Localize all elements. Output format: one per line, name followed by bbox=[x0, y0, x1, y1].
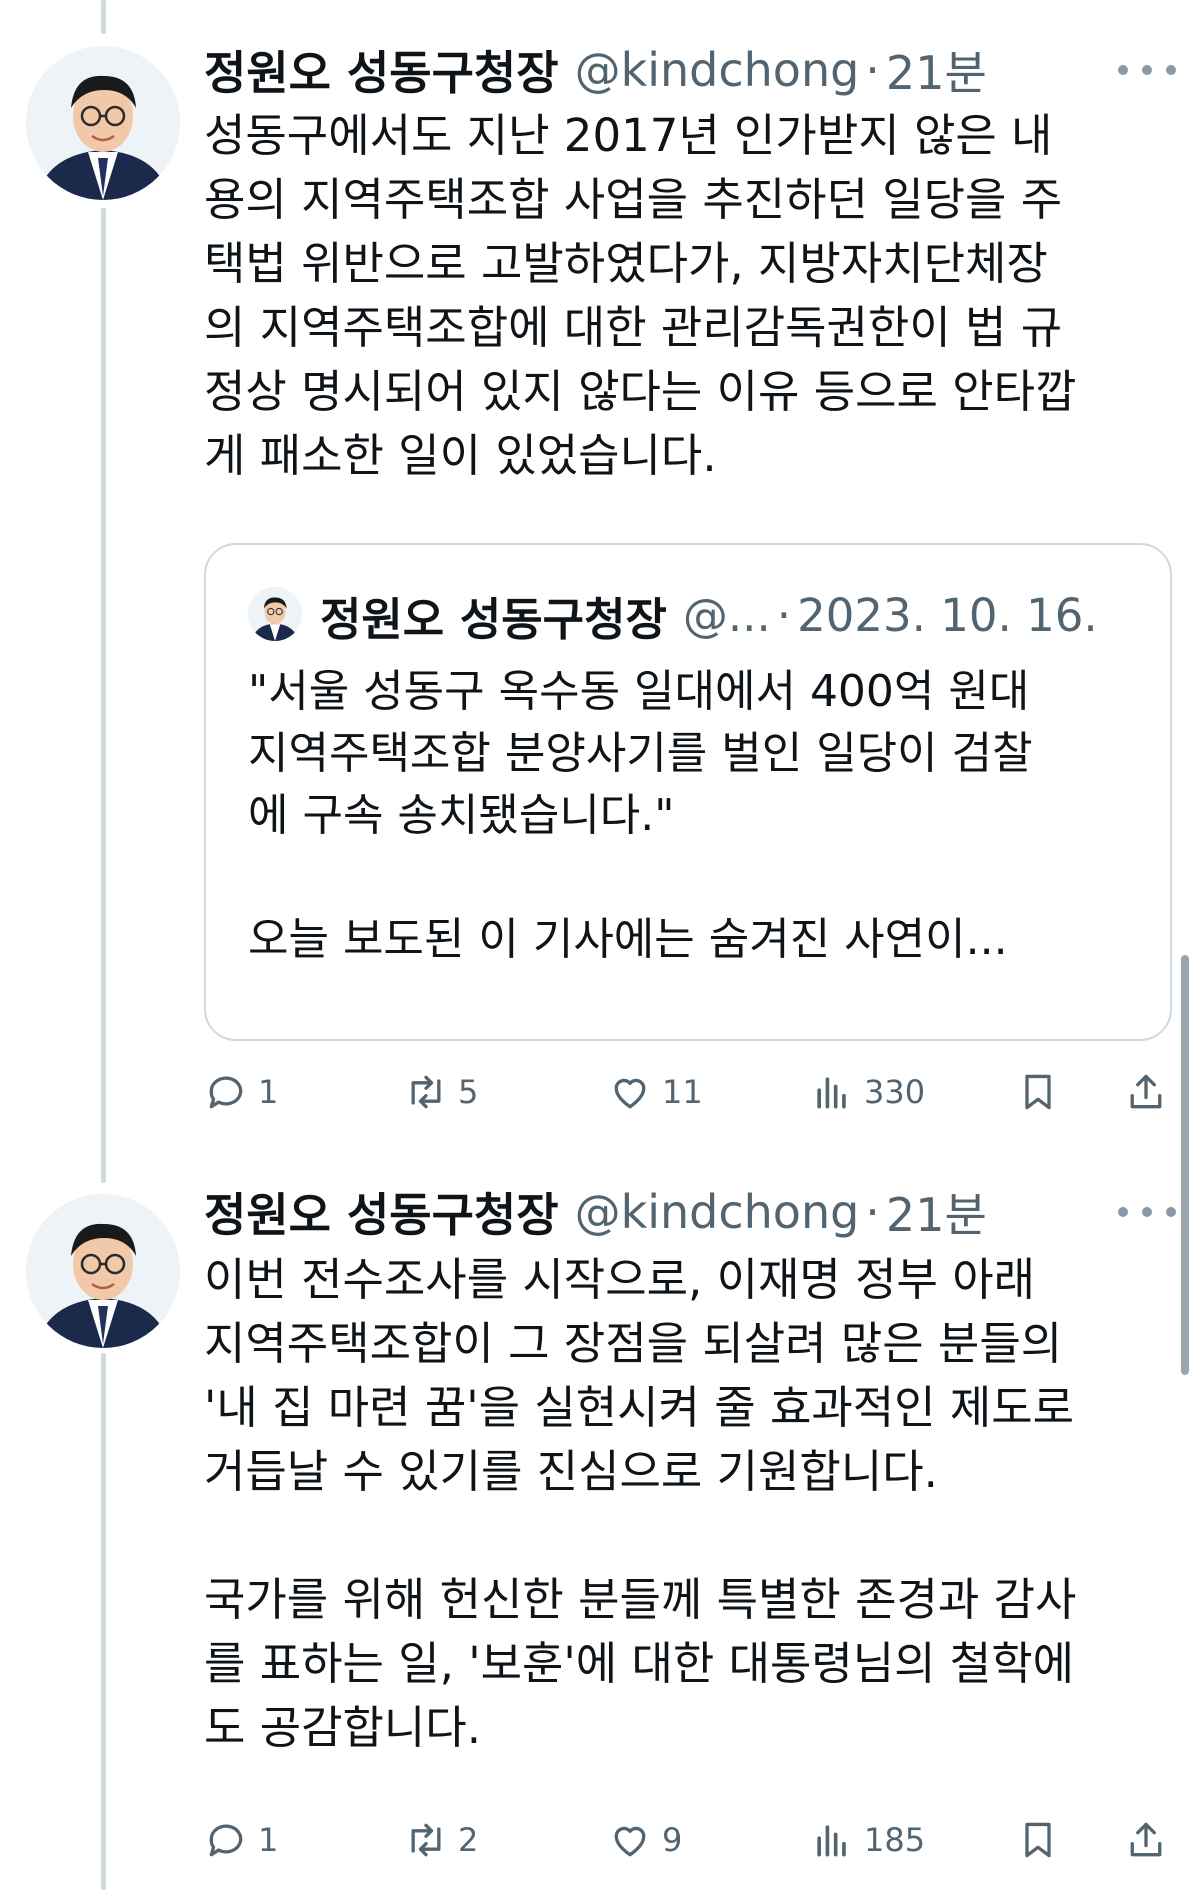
scrollbar[interactable] bbox=[1181, 955, 1189, 1375]
bookmark-button[interactable] bbox=[1016, 1810, 1060, 1870]
display-name[interactable]: 정원오 성동구청장 bbox=[204, 1179, 559, 1245]
share-icon bbox=[1130, 1074, 1162, 1109]
like-count: 9 bbox=[662, 1821, 683, 1859]
views-button[interactable]: 185 bbox=[810, 1810, 925, 1870]
bookmark-button[interactable] bbox=[1016, 1062, 1060, 1122]
like-count: 11 bbox=[662, 1073, 703, 1111]
quoted-tweet[interactable]: 정원오 성동구청장 @... · 2023. 10. 16. "서울 성동구 옥… bbox=[204, 543, 1172, 1041]
separator-dot: · bbox=[865, 1185, 880, 1239]
timestamp[interactable]: 21분 bbox=[886, 37, 987, 103]
quoted-handle: @... bbox=[682, 588, 771, 642]
retweet-button[interactable]: 2 bbox=[404, 1810, 478, 1870]
bookmark-icon bbox=[1025, 1822, 1051, 1858]
views-count: 185 bbox=[864, 1821, 926, 1859]
share-button[interactable] bbox=[1124, 1062, 1168, 1122]
tweet-header: 정원오 성동구청장 @kindchong · 21분 bbox=[204, 1180, 987, 1244]
reply-count: 1 bbox=[258, 1821, 279, 1859]
avatar[interactable] bbox=[26, 1194, 180, 1348]
retweet-count: 2 bbox=[458, 1821, 479, 1859]
reply-icon bbox=[209, 1076, 243, 1109]
views-button[interactable]: 330 bbox=[810, 1062, 925, 1122]
quoted-display-name: 정원오 성동구청장 bbox=[320, 592, 667, 646]
views-icon bbox=[817, 1077, 846, 1109]
action-bar: 1 2 9 185 bbox=[204, 1810, 1174, 1870]
tweet[interactable]: 정원오 성동구청장 @kindchong · 21분 이번 전수조사를 시작으로… bbox=[0, 1150, 1200, 1890]
user-handle[interactable]: @kindchong bbox=[575, 43, 860, 97]
separator-dot: · bbox=[776, 588, 792, 642]
reply-icon bbox=[209, 1824, 243, 1857]
bookmark-icon bbox=[1025, 1074, 1051, 1110]
reply-button[interactable]: 1 bbox=[204, 1810, 278, 1870]
views-icon bbox=[817, 1825, 846, 1857]
retweet-button[interactable]: 5 bbox=[404, 1062, 478, 1122]
views-count: 330 bbox=[864, 1073, 926, 1111]
timestamp[interactable]: 21분 bbox=[886, 1179, 987, 1245]
retweet-icon bbox=[411, 1075, 441, 1109]
heart-icon bbox=[614, 1826, 646, 1857]
retweet-count: 5 bbox=[458, 1073, 479, 1111]
tweet-header: 정원오 성동구청장 @kindchong · 21분 bbox=[204, 38, 987, 102]
heart-icon bbox=[614, 1078, 646, 1109]
like-button[interactable]: 9 bbox=[608, 1810, 682, 1870]
separator-dot: · bbox=[865, 43, 880, 97]
quoted-header: 정원오 성동구청장 @... · 2023. 10. 16. bbox=[320, 583, 1098, 647]
retweet-icon bbox=[411, 1823, 441, 1857]
reply-count: 1 bbox=[258, 1073, 279, 1111]
like-button[interactable]: 11 bbox=[608, 1062, 703, 1122]
tweet-text: 성동구에서도 지난 2017년 인가받지 않은 내 용의 지역주택조합 사업을 … bbox=[204, 109, 1077, 482]
tweet-text: 이번 전수조사를 시작으로, 이재명 정부 아래 지역주택조합이 그 장점을 되… bbox=[204, 1253, 1077, 1754]
quoted-avatar bbox=[248, 587, 302, 641]
action-bar: 1 5 11 330 bbox=[204, 1062, 1174, 1122]
tweet[interactable]: 정원오 성동구청장 @kindchong · 21분 성동구에서도 지난 201… bbox=[0, 0, 1200, 1150]
avatar[interactable] bbox=[26, 46, 180, 200]
quoted-date: 2023. 10. 16. bbox=[797, 588, 1098, 642]
quoted-text: "서울 성동구 옥수동 일대에서 400억 원대 지역주택조합 분양사기를 벌인… bbox=[248, 666, 1033, 965]
more-icon[interactable] bbox=[1118, 60, 1176, 80]
user-handle[interactable]: @kindchong bbox=[575, 1185, 860, 1239]
share-icon bbox=[1130, 1822, 1162, 1857]
display-name[interactable]: 정원오 성동구청장 bbox=[204, 37, 559, 103]
share-button[interactable] bbox=[1124, 1810, 1168, 1870]
reply-button[interactable]: 1 bbox=[204, 1062, 278, 1122]
more-icon[interactable] bbox=[1118, 1202, 1176, 1222]
